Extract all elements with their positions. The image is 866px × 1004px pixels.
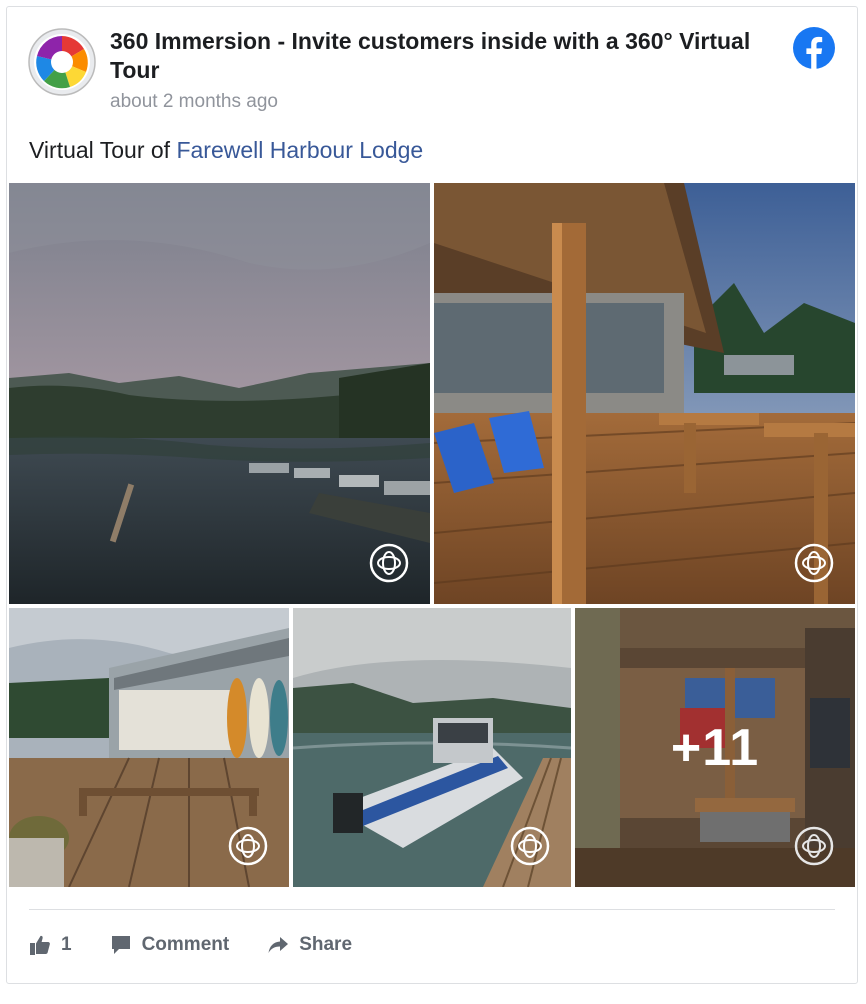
comment-label: Comment — [141, 934, 230, 955]
comment-icon — [111, 936, 130, 954]
actions-divider — [29, 909, 835, 910]
share-button[interactable]: Share — [267, 934, 352, 956]
360-icon[interactable] — [510, 826, 550, 866]
facebook-icon[interactable] — [793, 27, 835, 69]
post-text: Virtual Tour of Farewell Harbour Lodge — [29, 137, 423, 164]
photo-boat[interactable] — [293, 608, 571, 887]
360-icon[interactable] — [794, 826, 834, 866]
360-icon[interactable] — [794, 543, 834, 583]
360-icon[interactable] — [228, 826, 268, 866]
share-label: Share — [299, 934, 353, 955]
share-icon — [268, 937, 289, 953]
photo-deck-chairs[interactable] — [434, 183, 855, 604]
deck-scene — [434, 183, 855, 604]
lodge-link[interactable]: Farewell Harbour Lodge — [176, 137, 423, 163]
post-text-prefix: Virtual Tour of — [29, 137, 177, 163]
photo-lake-aerial[interactable] — [9, 183, 430, 604]
like-icon — [30, 935, 50, 955]
post-timestamp[interactable]: about 2 months ago — [110, 91, 278, 113]
post-actions: 1 Comment Share — [29, 927, 390, 963]
post-title[interactable]: 360 Immersion - Invite customers inside … — [110, 27, 800, 85]
like-count: 1 — [61, 934, 72, 955]
avatar-logo — [28, 28, 96, 96]
embedded-post-card: 360 Immersion - Invite customers inside … — [6, 6, 858, 984]
360-icon[interactable] — [369, 543, 409, 583]
photo-dock-paddleboards[interactable] — [9, 608, 289, 887]
comment-button[interactable]: Comment — [110, 934, 230, 956]
page-avatar[interactable] — [28, 28, 96, 96]
photo-gear-room[interactable]: +11 — [575, 608, 855, 887]
lake-scene — [9, 183, 430, 604]
like-button[interactable]: 1 — [29, 934, 72, 956]
